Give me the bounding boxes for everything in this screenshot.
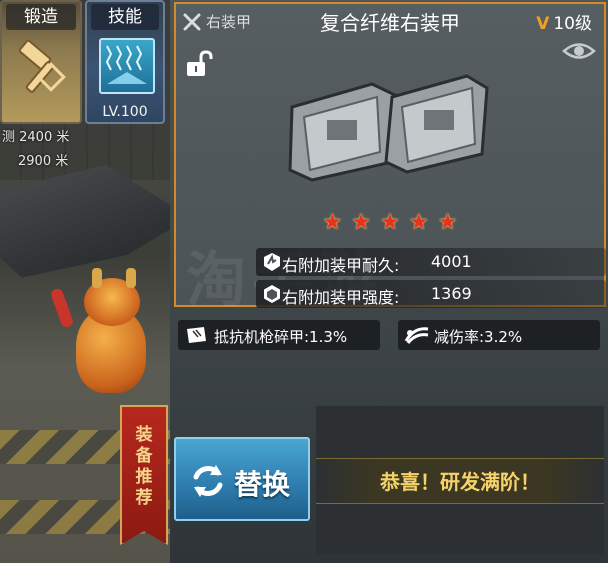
dragon-horn [126,268,136,288]
item-card: 右装甲 复合纤维右装甲 V 10级 ★ ★ ★ ★ ★ 右附加装甲耐久: 400… [174,2,606,316]
replace-label: 替换 [234,468,291,501]
damage-reduction-icon [404,327,429,344]
tab-skill[interactable]: 技能 LV.100 [85,0,165,124]
tab-skill-label: 技能 [91,4,159,30]
replace-button[interactable]: 替换 [174,437,310,521]
zigzag-icon [105,45,147,84]
stat-label: 右附加装甲强度: [282,288,400,307]
distance-readout: 测 2400 米 [2,130,70,145]
hammer-icon [18,39,66,93]
unlock-icon[interactable] [184,50,214,78]
recommend-char: 备 [135,446,153,466]
armor-plate-image [288,74,489,182]
strength-icon [264,285,280,303]
sub-stat-text: 抵抗机枪碎甲:1.3% [214,328,348,346]
dragon-pet[interactable] [49,268,162,418]
sub-stat-damage-reduction: 减伤率:3.2% [398,320,600,350]
dragon-horn [92,268,102,288]
tab-forge[interactable]: 锻造 [0,0,82,124]
stat-value: 4001 [431,252,472,271]
stat-row-strength: 右附加装甲强度: 1369 [256,280,606,308]
recommend-char: 推 [135,467,153,487]
armor-resist-icon [187,327,206,343]
equipment-recommend-button[interactable]: 装 备 推 荐 [120,405,168,545]
eye-icon[interactable] [562,40,596,62]
stat-row-durability: 右附加装甲耐久: 4001 [256,248,606,276]
refresh-icon [193,465,223,497]
skill-icon [99,38,155,94]
distance-readout: 2900 米 [18,154,69,169]
sub-stat-armor-resist: 抵抗机枪碎甲:1.3% [178,320,380,350]
game-scene: 测 2400 米 2900 米 锻造 技能 LV.100 装 备 推 荐 [0,0,170,563]
recommend-label: 装 备 推 荐 [122,425,166,509]
stat-value: 1369 [431,284,472,303]
congrats-text: 恭喜！研发满阶！ [380,470,540,494]
congrats-panel: 恭喜！研发满阶！ [316,406,604,554]
skill-level: LV.100 [102,104,148,120]
item-level-value: 10级 [553,14,592,34]
tab-forge-label: 锻造 [6,4,76,30]
equipment-panel: 右装甲 复合纤维右装甲 V 10级 ★ ★ ★ ★ ★ 右附加装甲耐久: 400… [170,0,608,563]
dragon-tail [49,287,75,329]
sub-stat-text: 减伤率:3.2% [434,328,523,346]
recommend-char: 装 [135,425,153,445]
level-v-icon: V [536,14,550,34]
recommend-char: 荐 [135,488,153,508]
item-level: V 10级 [536,9,592,34]
stat-label: 右附加装甲耐久: [282,256,400,275]
durability-icon [264,253,280,271]
